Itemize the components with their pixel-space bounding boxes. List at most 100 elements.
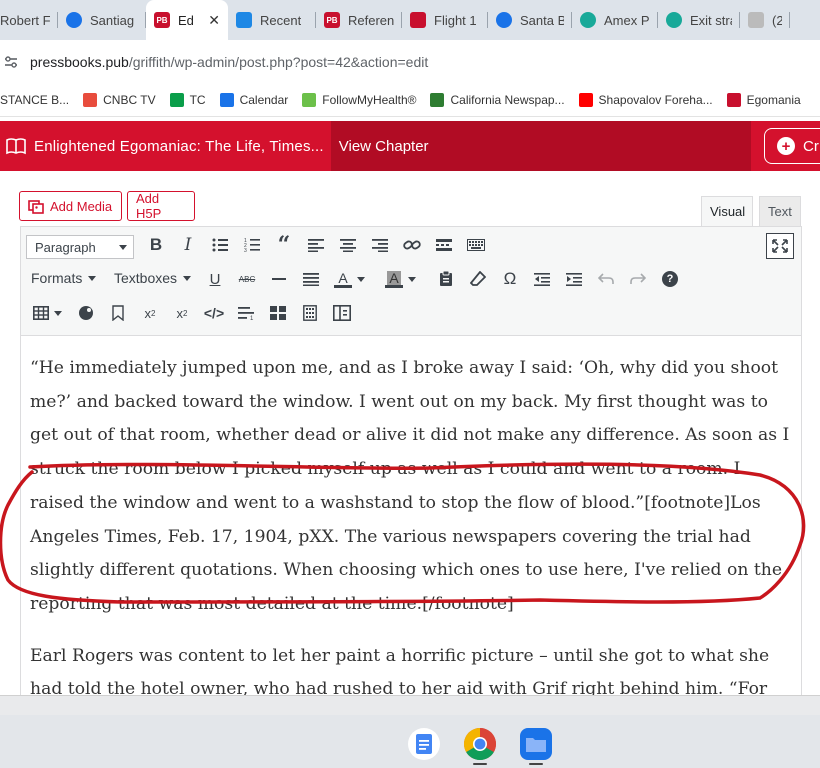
blockquote-icon[interactable]: “ (271, 232, 297, 258)
justify-icon[interactable] (298, 266, 324, 292)
bookmark-item[interactable]: Calendar (219, 93, 288, 107)
bold-icon[interactable]: B (143, 232, 169, 258)
read-more-icon[interactable] (431, 232, 457, 258)
browser-tab[interactable]: PB Referen (316, 0, 402, 40)
align-center-icon[interactable] (335, 232, 361, 258)
text-color-icon[interactable]: A (330, 266, 356, 292)
browser-tab[interactable]: Recent (228, 0, 316, 40)
url-host: pressbooks.pub (30, 54, 129, 70)
close-icon[interactable]: ✕ (208, 12, 220, 29)
blocks-icon[interactable] (265, 300, 291, 326)
chevron-down-icon[interactable] (406, 266, 418, 292)
format-select-value: Paragraph (35, 239, 96, 255)
chevron-down-icon[interactable] (355, 266, 367, 292)
color-palette-icon[interactable] (73, 300, 99, 326)
plus-icon: + (777, 137, 795, 155)
create-button[interactable]: + Cr (764, 128, 820, 164)
editor-content[interactable]: “He immediately jumped upon me, and as I… (20, 336, 802, 695)
redo-icon[interactable] (625, 266, 651, 292)
view-chapter-link[interactable]: View Chapter (330, 121, 751, 171)
browser-tab[interactable]: (2) E (740, 0, 790, 40)
cnbc-icon (83, 93, 98, 107)
address-bar[interactable]: pressbooks.pub/griffith/wp-admin/post.ph… (0, 40, 820, 84)
horizontal-scrollbar[interactable] (0, 695, 820, 715)
bookmark-item[interactable]: FollowMyHealth® (302, 93, 416, 107)
browser-tab-title: Recent (260, 12, 302, 28)
url-text[interactable]: pressbooks.pub/griffith/wp-admin/post.ph… (30, 54, 428, 70)
formats-menu-label: Formats (31, 270, 83, 286)
tab-visual[interactable]: Visual (701, 196, 753, 226)
tab-text[interactable]: Text (759, 196, 801, 226)
chapter-paragraph[interactable]: “He immediately jumped upon me, and as I… (21, 352, 801, 622)
horizontal-line-icon[interactable] (266, 266, 292, 292)
browser-tab[interactable]: Exit stra (658, 0, 740, 40)
book-title-link[interactable]: Enlightened Egomaniac: The Life, Times..… (34, 138, 324, 155)
browser-tab[interactable]: Santiag (58, 0, 146, 40)
formats-menu[interactable]: Formats (31, 270, 97, 286)
special-character-icon[interactable]: Ω (497, 266, 523, 292)
site-settings-icon[interactable] (4, 55, 18, 69)
browser-tab[interactable]: PB Edi ✕ (146, 0, 228, 40)
browser-tab[interactable]: Robert F (0, 0, 58, 40)
bookmark-item[interactable]: STANCE B... (0, 93, 69, 107)
docs-app-icon[interactable] (408, 728, 440, 760)
svg-text:3: 3 (244, 248, 247, 252)
browser-tab-title: Robert F (0, 12, 50, 28)
browser-tab[interactable]: Santa B (488, 0, 572, 40)
chrome-app-icon[interactable] (463, 728, 497, 761)
heart-icon (302, 93, 317, 107)
bookmark-item[interactable]: Shapovalov Foreha... (578, 93, 713, 107)
tab-text-label: Text (768, 204, 792, 219)
bookmark-icon[interactable] (105, 300, 131, 326)
toolbar-row-1: Paragraph B I 123 “ (21, 232, 801, 262)
bulleted-list-icon[interactable] (207, 232, 233, 258)
add-h5p-button[interactable]: Add H5P (127, 191, 195, 221)
browser-tab-title: Amex P (604, 12, 650, 28)
align-left-icon[interactable] (303, 232, 329, 258)
underline-icon[interactable]: U (202, 266, 228, 292)
help-icon[interactable]: ? (657, 266, 683, 292)
chevron-down-icon[interactable] (51, 300, 65, 326)
bookmark-item[interactable]: California Newspap... (430, 93, 565, 107)
indent-icon[interactable] (561, 266, 587, 292)
glossary-icon[interactable] (329, 300, 355, 326)
italic-icon[interactable]: I (175, 232, 201, 258)
add-media-icon (28, 198, 44, 214)
cloud-icon (236, 12, 252, 28)
calculator-icon[interactable] (297, 300, 323, 326)
chevron-down-icon (119, 245, 127, 250)
strikethrough-icon[interactable]: ABC (234, 266, 260, 292)
bookmark-item[interactable]: TC (169, 93, 206, 107)
paste-text-icon[interactable] (433, 266, 459, 292)
background-color-icon[interactable]: A (381, 266, 407, 292)
browser-tab[interactable]: Flight 1 (402, 0, 488, 40)
browser-tab[interactable]: Amex P (572, 0, 658, 40)
align-right-icon[interactable] (367, 232, 393, 258)
toolbar-toggle-icon[interactable] (463, 232, 489, 258)
clear-formatting-icon[interactable] (465, 266, 491, 292)
files-app-icon[interactable] (520, 728, 552, 760)
browser-tab-title: Edi (178, 12, 194, 28)
undo-icon[interactable] (593, 266, 619, 292)
subscript-icon[interactable]: x2 (169, 300, 195, 326)
toolbar-row-2: Formats Textboxes U ABC A A Ω ? (21, 266, 801, 296)
os-shelf (0, 715, 820, 768)
format-select[interactable]: Paragraph (26, 235, 134, 259)
browser-tab-title: Exit stra (690, 12, 732, 28)
tree-icon (430, 93, 445, 107)
numbered-list-icon[interactable]: 123 (239, 232, 265, 258)
url-path: /griffith/wp-admin/post.php?post=42&acti… (128, 54, 429, 70)
fullscreen-icon[interactable] (766, 233, 794, 259)
add-media-button[interactable]: Add Media (19, 191, 122, 221)
chapter-paragraph[interactable]: Earl Rogers was content to let her paint… (21, 640, 801, 695)
superscript-icon[interactable]: x2 (137, 300, 163, 326)
footnote-icon[interactable]: 1 (233, 300, 259, 326)
outdent-icon[interactable] (529, 266, 555, 292)
tab-visual-label: Visual (710, 204, 746, 219)
bookmark-item[interactable]: Egomania (726, 93, 801, 107)
textboxes-menu[interactable]: Textboxes (114, 270, 192, 286)
code-icon[interactable]: </> (201, 300, 227, 326)
link-icon[interactable] (399, 232, 425, 258)
bookmark-item[interactable]: CNBC TV (83, 93, 156, 107)
tab-separator (789, 12, 790, 28)
